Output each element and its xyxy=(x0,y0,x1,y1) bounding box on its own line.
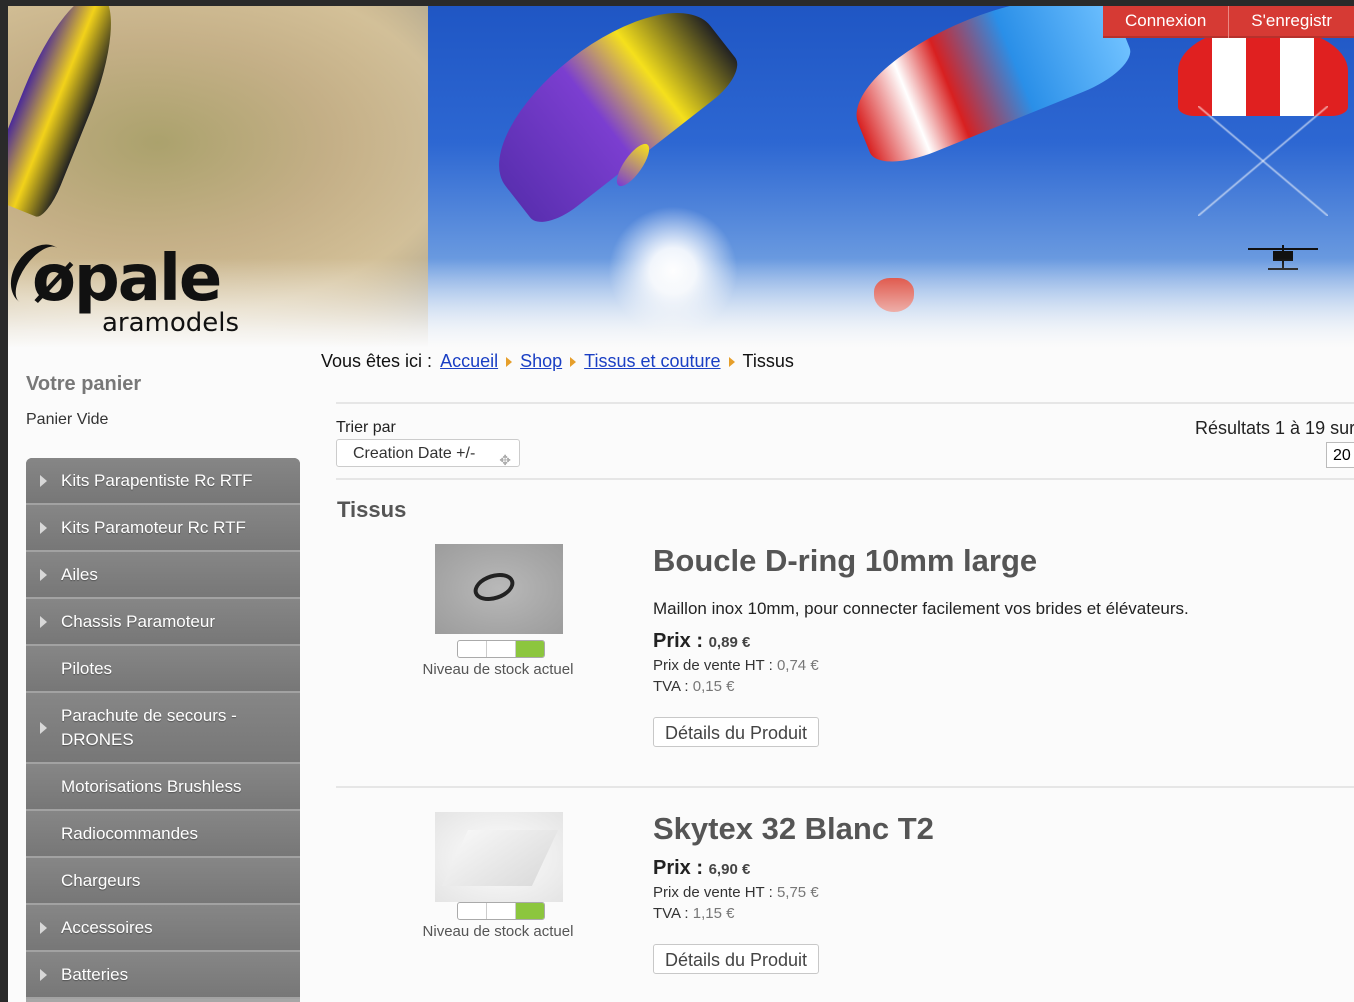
sidebar-item-label: Radiocommandes xyxy=(61,824,199,843)
site-logo[interactable]: øpale aramodels xyxy=(8,233,274,344)
sidebar-item-label: Chassis Paramoteur xyxy=(61,612,216,631)
sort-label: Trier par xyxy=(336,419,396,436)
divider xyxy=(336,478,1354,480)
tva-label: TVA : xyxy=(653,905,689,922)
tva: TVA : 0,15 € xyxy=(653,678,734,695)
price-value: 0,89 € xyxy=(708,634,751,651)
sidebar-item[interactable]: Pilotes xyxy=(26,646,300,693)
register-button[interactable]: S'enregistr xyxy=(1229,6,1354,38)
breadcrumb-link-home[interactable]: Accueil xyxy=(440,351,498,372)
sort-direction-icon: ✥ xyxy=(499,452,511,468)
divider xyxy=(336,786,1354,788)
logo-main-text: øpale xyxy=(32,242,222,316)
sidebar-item[interactable]: Motorisations Brushless xyxy=(26,764,300,811)
price-ht-label: Prix de vente HT : xyxy=(653,884,773,901)
breadcrumb-separator-icon xyxy=(728,356,735,367)
price-value: 6,90 € xyxy=(708,861,751,878)
sidebar-item-label: Parachute de secours - DRONES xyxy=(61,706,237,749)
price-ht-label: Prix de vente HT : xyxy=(653,657,773,674)
divider xyxy=(336,402,1354,404)
expand-arrow-icon xyxy=(40,721,47,734)
price-ht: Prix de vente HT : 5,75 € xyxy=(653,884,819,901)
sidebar-item-label: Kits Parapentiste Rc RTF xyxy=(61,471,253,490)
product-image[interactable] xyxy=(435,812,563,902)
category-title: Tissus xyxy=(337,497,407,522)
product-name[interactable]: Skytex 32 Blanc T2 xyxy=(653,811,934,847)
page-frame: øpale aramodels Connexion S'enregistr Vo… xyxy=(8,6,1354,1002)
expand-arrow-icon xyxy=(40,521,47,534)
price-label: Prix : xyxy=(653,630,704,652)
sidebar-item-label: Kits Paramoteur Rc RTF xyxy=(61,518,246,537)
price-ht: Prix de vente HT : 0,74 € xyxy=(653,657,819,674)
sidebar-item-label: Pilotes xyxy=(61,659,113,678)
d-ring-shape xyxy=(470,568,518,606)
price-label: Prix : xyxy=(653,857,704,879)
sidebar-item[interactable]: Chargeurs xyxy=(26,858,300,905)
sidebar-item[interactable]: Radiocommandes xyxy=(26,811,300,858)
breadcrumb-current: Tissus xyxy=(742,351,794,371)
breadcrumb-separator-icon xyxy=(506,356,513,367)
price-ht-value: 5,75 € xyxy=(776,884,819,901)
sidebar-item-label: Ailes xyxy=(61,565,98,584)
expand-arrow-icon xyxy=(40,474,47,487)
header-banner: øpale aramodels Connexion S'enregistr xyxy=(8,6,1354,348)
breadcrumb-separator-icon xyxy=(570,356,577,367)
sidebar-item[interactable]: Ailes xyxy=(26,552,300,599)
stock-level-indicator xyxy=(457,902,545,920)
sidebar-item[interactable]: Batteries xyxy=(26,952,300,999)
results-count: Résultats 1 à 19 sur xyxy=(1195,418,1354,438)
price-ht-value: 0,74 € xyxy=(776,657,819,674)
category-menu: Kits Parapentiste Rc RTF Kits Paramoteur … xyxy=(26,458,300,1002)
breadcrumb-link-shop[interactable]: Shop xyxy=(520,351,562,372)
expand-arrow-icon xyxy=(40,615,47,628)
stock-label: Niveau de stock actuel xyxy=(422,661,574,678)
product-price: Prix : 0,89 € xyxy=(653,630,750,653)
tva-label: TVA : xyxy=(653,678,689,695)
sidebar-item-label: Motorisations Brushless xyxy=(61,777,242,796)
stock-level-indicator xyxy=(457,640,545,658)
product-price: Prix : 6,90 € xyxy=(653,857,750,880)
product-details-button[interactable]: Détails du Produit xyxy=(653,717,819,747)
product-image[interactable] xyxy=(435,544,563,634)
sidebar-item-label: Batteries xyxy=(61,965,129,984)
breadcrumb-link-category[interactable]: Tissus et couture xyxy=(584,351,720,372)
stock-label: Niveau de stock actuel xyxy=(422,923,574,940)
tva-value: 0,15 € xyxy=(692,678,735,695)
per-page-select[interactable]: 20 xyxy=(1326,442,1354,468)
product-description: Maillon inox 10mm, pour connecter facile… xyxy=(653,599,1189,618)
sidebar-item[interactable]: Kits Parapentiste Rc RTF xyxy=(26,458,300,505)
parachute-canopy xyxy=(1178,26,1348,116)
auth-buttons: Connexion S'enregistr xyxy=(1103,6,1354,38)
sidebar-item-label: Accessoires xyxy=(61,918,153,937)
sort-select[interactable]: Creation Date +/- ✥ xyxy=(336,439,520,468)
breadcrumb-prefix: Vous êtes ici : xyxy=(321,351,433,371)
sidebar-item[interactable]: Accessoires xyxy=(26,905,300,952)
logo-sub-text: aramodels xyxy=(102,308,240,338)
cart-title: Votre panier xyxy=(26,373,142,395)
login-button[interactable]: Connexion xyxy=(1103,6,1230,38)
sidebar-item[interactable]: Chassis Paramoteur xyxy=(26,599,300,646)
sidebar-item-label: Chargeurs xyxy=(61,871,141,890)
expand-arrow-icon xyxy=(40,568,47,581)
product-details-button[interactable]: Détails du Produit xyxy=(653,944,819,974)
sort-select-value: Creation Date +/- xyxy=(353,445,476,462)
sidebar-item[interactable]: Kits Paramoteur Rc RTF xyxy=(26,505,300,552)
expand-arrow-icon xyxy=(40,921,47,934)
product-name[interactable]: Boucle D-ring 10mm large xyxy=(653,543,1037,579)
sidebar-item[interactable]: Parachute de secours - DRONES xyxy=(26,693,300,764)
fabric-shape xyxy=(441,830,559,886)
parachute-lines xyxy=(1198,106,1328,216)
expand-arrow-icon xyxy=(40,968,47,981)
breadcrumb: Vous êtes ici : Accueil Shop Tissus et c… xyxy=(321,351,794,372)
cart-status: Panier Vide xyxy=(26,411,109,428)
tva: TVA : 1,15 € xyxy=(653,905,734,922)
tva-value: 1,15 € xyxy=(692,905,735,922)
